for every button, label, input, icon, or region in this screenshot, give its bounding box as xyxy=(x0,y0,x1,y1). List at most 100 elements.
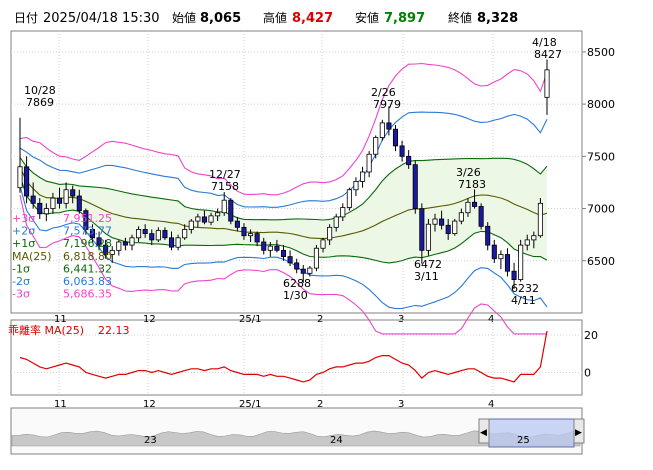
low-value: 7,897 xyxy=(384,11,425,26)
annotation-date: 4/11 xyxy=(511,294,536,307)
candle xyxy=(228,198,234,225)
candle-body xyxy=(274,245,280,251)
candle-body xyxy=(280,249,287,257)
candle-body xyxy=(43,208,49,215)
candle-body xyxy=(313,247,319,269)
candle-body xyxy=(353,180,359,191)
candle-body xyxy=(439,218,445,226)
navigator-tick-label: 25 xyxy=(517,435,530,446)
candle-body xyxy=(287,256,293,264)
candle-body xyxy=(498,254,504,260)
candle-body xyxy=(392,128,399,147)
candle-body xyxy=(399,145,405,157)
dev-y-tick-label: 0 xyxy=(584,367,591,380)
open-label: 始値 xyxy=(172,10,196,25)
candle-body xyxy=(425,223,431,251)
annotation-value: 7183 xyxy=(458,178,486,191)
candle-body xyxy=(129,237,135,246)
high-label: 高値 xyxy=(263,10,287,25)
candle xyxy=(425,219,431,256)
navigator-right-handle[interactable]: ▶ xyxy=(573,418,585,444)
legend-label: +1σ xyxy=(12,237,35,250)
x-tick-label-lower: 3 xyxy=(398,399,404,410)
candle-body xyxy=(136,229,142,239)
annotation-value: 7158 xyxy=(211,180,239,193)
annotation-date: 1/30 xyxy=(283,289,308,302)
candle-body xyxy=(346,189,352,208)
candle-body xyxy=(511,270,517,280)
candle-body xyxy=(452,220,458,235)
legend-value: 7,196.28 xyxy=(63,237,112,250)
scroll-right-icon: ▶ xyxy=(575,428,582,438)
candle-body xyxy=(531,235,537,241)
candle-body xyxy=(228,199,234,222)
legend-value: 6,063.83 xyxy=(63,275,112,288)
candle-body xyxy=(340,207,346,218)
dev-y-tick-label: 20 xyxy=(584,329,598,342)
navigator-window[interactable] xyxy=(488,418,575,448)
candle-body xyxy=(360,171,366,182)
candle xyxy=(478,203,484,230)
candle-body xyxy=(122,241,128,246)
x-tick-label: 12 xyxy=(143,314,156,325)
legend-label: +2σ xyxy=(12,225,35,238)
candle-body xyxy=(267,245,273,251)
candle-body xyxy=(366,153,372,173)
close-label: 終値 xyxy=(448,10,472,25)
candle-body xyxy=(254,233,260,243)
x-tick-label-lower: 4 xyxy=(488,399,494,410)
candle-body xyxy=(544,69,550,98)
candle-body xyxy=(333,216,339,228)
candle-body xyxy=(116,241,122,251)
annotation-date: 3/11 xyxy=(414,270,439,283)
y-tick-label: 8500 xyxy=(587,46,615,59)
legend-value: 7,951.25 xyxy=(63,212,112,225)
candle-body xyxy=(294,262,300,270)
candle xyxy=(313,245,319,272)
candle-body xyxy=(188,220,194,230)
candle xyxy=(452,219,458,236)
chart-canvas: 10/28786912/2771582/2679793/2671834/1884… xyxy=(0,0,653,470)
low-label: 安値 xyxy=(355,10,379,25)
candle-body xyxy=(56,197,63,204)
candle-body xyxy=(419,208,425,251)
candle xyxy=(346,187,352,211)
x-tick-label: 25/1 xyxy=(239,314,261,325)
candle-body xyxy=(182,229,188,239)
candle-body xyxy=(261,241,267,251)
candle-body xyxy=(76,195,82,212)
dev-title: 乖離率 MA(25) xyxy=(8,323,84,337)
candle xyxy=(537,198,543,238)
dev-value: 22.13 xyxy=(98,324,130,337)
scroll-left-icon: ◀ xyxy=(480,428,487,438)
candle-body xyxy=(70,189,76,197)
candle-body xyxy=(307,267,313,274)
candle-body xyxy=(221,199,227,214)
navigator-tick-label: 24 xyxy=(330,435,343,446)
x-tick-label-lower: 11 xyxy=(54,399,67,410)
legend-value: 6,818.80 xyxy=(63,250,112,263)
candle-body xyxy=(195,216,201,222)
x-tick-label-lower: 2 xyxy=(317,399,323,410)
x-tick-label-lower: 25/1 xyxy=(239,399,261,410)
candle-body xyxy=(373,137,379,155)
x-tick-label-lower: 12 xyxy=(143,399,156,410)
navigator-left-handle[interactable]: ◀ xyxy=(478,418,490,444)
legend-label: MA(25) xyxy=(12,250,52,263)
candle-body xyxy=(432,218,438,225)
candle-body xyxy=(162,230,168,239)
candle-body xyxy=(327,226,333,241)
candle-body xyxy=(445,224,451,235)
candle-body xyxy=(320,239,326,249)
candle-body xyxy=(175,237,181,248)
legend-label: +3σ xyxy=(12,212,35,225)
candle-body xyxy=(168,237,175,248)
legend-value: 5,686.35 xyxy=(63,288,112,301)
candle-body xyxy=(465,201,471,214)
candle-body xyxy=(155,230,161,241)
candle-body xyxy=(471,201,478,207)
legend-label: -2σ xyxy=(12,275,30,288)
candle-body xyxy=(37,202,43,215)
candle-body xyxy=(149,233,155,241)
candle-body xyxy=(17,166,23,189)
